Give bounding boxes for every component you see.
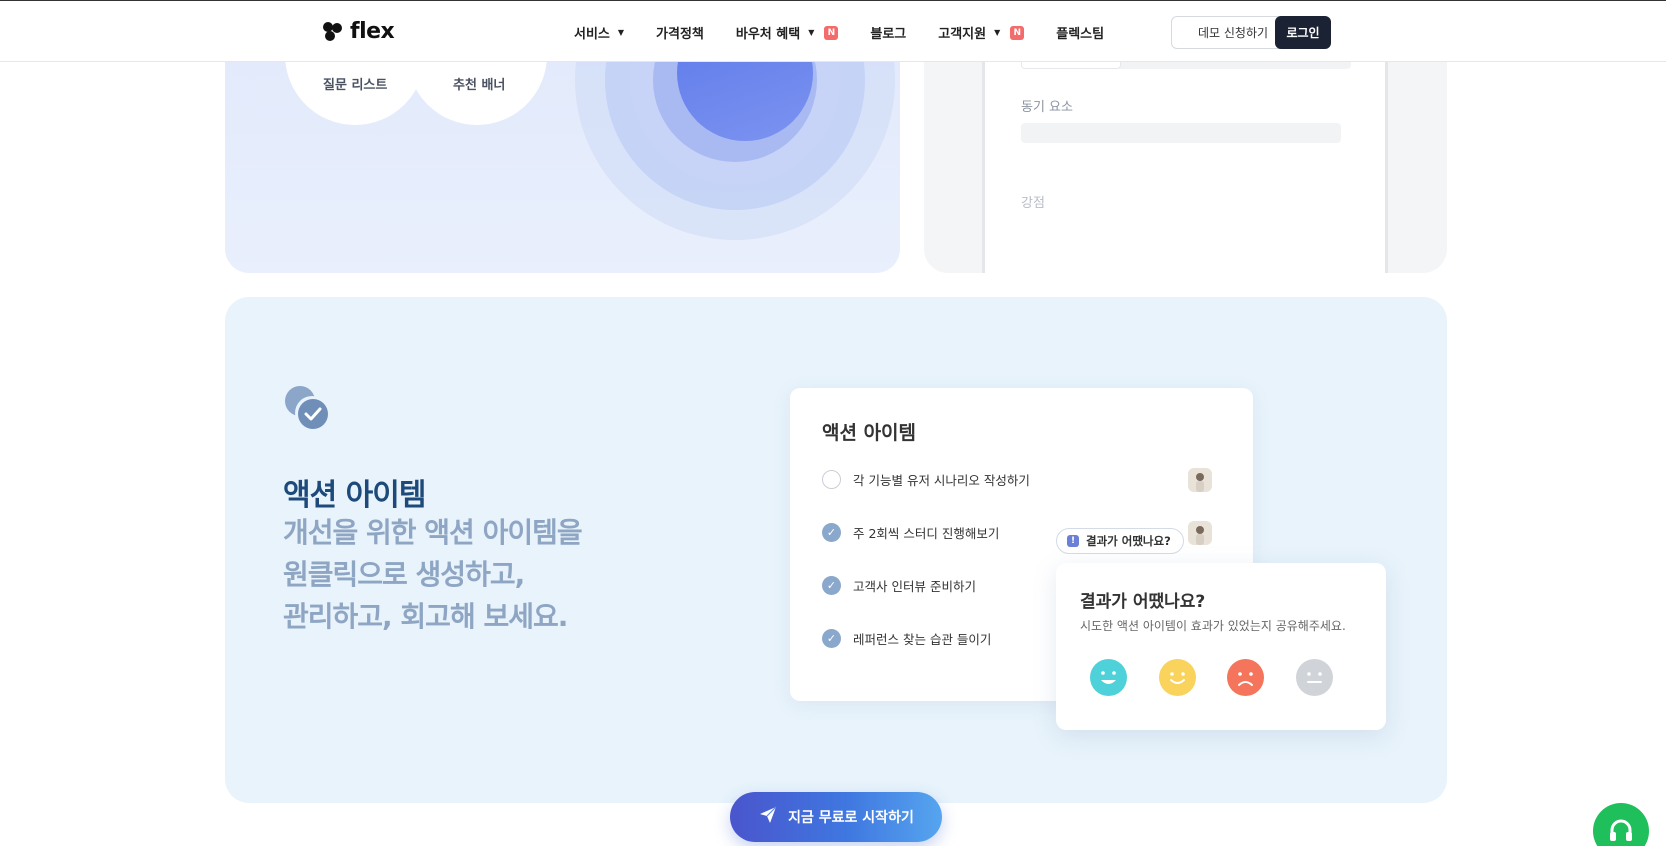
nav-item-support[interactable]: 고객지원 ▼ N [938,23,1025,42]
action-description: 개선을 위한 액션 아이템을 원클릭으로 생성하고, 관리하고, 회고해 보세요… [283,512,583,638]
avatar [1188,521,1212,545]
pill-label: 결과가 어땠나요? [1086,534,1171,548]
caret-down-icon: ▼ [617,28,625,37]
motivation-label: 동기 요소 [1021,100,1073,115]
avatar [1188,468,1212,492]
action-item-label: 레퍼런스 찾는 습관 들이기 [853,632,992,647]
feedback-popup: 결과가 어땠나요? 시도한 액션 아이템이 효과가 있었는지 공유해주세요. [1056,563,1386,730]
nav-item-service[interactable]: 서비스 ▼ [574,23,624,42]
customer-support-button[interactable] [1593,803,1649,846]
nav-item-team[interactable]: 플렉스팀 [1056,23,1104,42]
action-check-icon [284,385,332,437]
question-list-label: 질문 리스트 [323,78,388,93]
strength-label: 강점 [1021,196,1045,211]
nav-item-voucher[interactable]: 바우처 혜택 ▼ N [735,23,839,42]
neutral-emoji-icon[interactable] [1296,659,1333,696]
action-item-row[interactable]: ✓ 주 2회씩 스터디 진행해보기 [822,523,999,542]
start-free-button[interactable]: 지금 무료로 시작하기 [730,792,942,842]
nav-label: 플렉스팀 [1056,27,1105,42]
flex-logo[interactable]: flex [322,19,395,44]
checked-circle-icon[interactable]: ✓ [822,576,841,595]
result-feedback-pill[interactable]: ! 결과가 어땠나요? [1056,528,1184,554]
nav-label: 가격정책 [656,27,704,42]
exclamation-icon: ! [1067,535,1079,547]
unchecked-circle-icon[interactable] [822,470,841,489]
list-card-title: 액션 아이템 [822,422,917,444]
nav-label: 바우처 혜택 [735,27,801,42]
nav-item-blog[interactable]: 블로그 [870,23,906,42]
recommend-banner-label: 추천 배너 [453,78,506,93]
caret-down-icon: ▼ [994,28,1001,37]
popup-description: 시도한 액션 아이템이 효과가 있었는지 공유해주세요. [1080,619,1346,633]
login-button[interactable]: 로그인 [1275,16,1331,49]
action-item-label: 각 기능별 유저 시나리오 작성하기 [853,473,1030,488]
checked-circle-icon[interactable]: ✓ [822,523,841,542]
headset-icon [1610,819,1632,841]
caret-down-icon: ▼ [808,28,815,37]
main-nav: 서비스 ▼ 가격정책 바우처 혜택 ▼ N 블로그 고객지원 ▼ N 플렉스팀 [574,23,1136,42]
action-title: 액션 아이템 [283,478,426,513]
cta-label: 지금 무료로 시작하기 [788,810,914,826]
checked-circle-icon[interactable]: ✓ [822,629,841,648]
flex-logo-icon [323,21,342,41]
happy-emoji-icon[interactable] [1159,659,1196,696]
desc-line: 관리하고, 회고해 보세요. [283,600,568,633]
paper-plane-icon [758,805,778,829]
action-item-label: 주 2회씩 스터디 진행해보기 [853,526,1000,541]
very-happy-emoji-icon[interactable] [1090,659,1127,696]
action-item-row[interactable]: 각 기능별 유저 시나리오 작성하기 [822,470,1030,489]
motivation-bar [1021,123,1341,143]
desc-line: 개선을 위한 액션 아이템을 [283,516,583,549]
site-header: flex 서비스 ▼ 가격정책 바우처 혜택 ▼ N 블로그 고객지원 ▼ N … [0,0,1666,62]
action-item-row[interactable]: ✓ 고객사 인터뷰 준비하기 [822,576,976,595]
new-badge: N [1010,25,1025,40]
action-item-label: 고객사 인터뷰 준비하기 [853,579,976,594]
logo-text: flex [350,19,395,44]
action-item-row[interactable]: ✓ 레퍼런스 찾는 습관 들이기 [822,629,991,648]
nav-label: 고객지원 [938,27,987,42]
popup-title: 결과가 어땠나요? [1080,592,1206,612]
nav-label: 서비스 [574,27,610,42]
sad-emoji-icon[interactable] [1227,659,1264,696]
new-badge: N [824,25,839,40]
nav-label: 블로그 [870,27,907,42]
desc-line: 원클릭으로 생성하고, [283,558,525,591]
nav-item-pricing[interactable]: 가격정책 [656,23,704,42]
